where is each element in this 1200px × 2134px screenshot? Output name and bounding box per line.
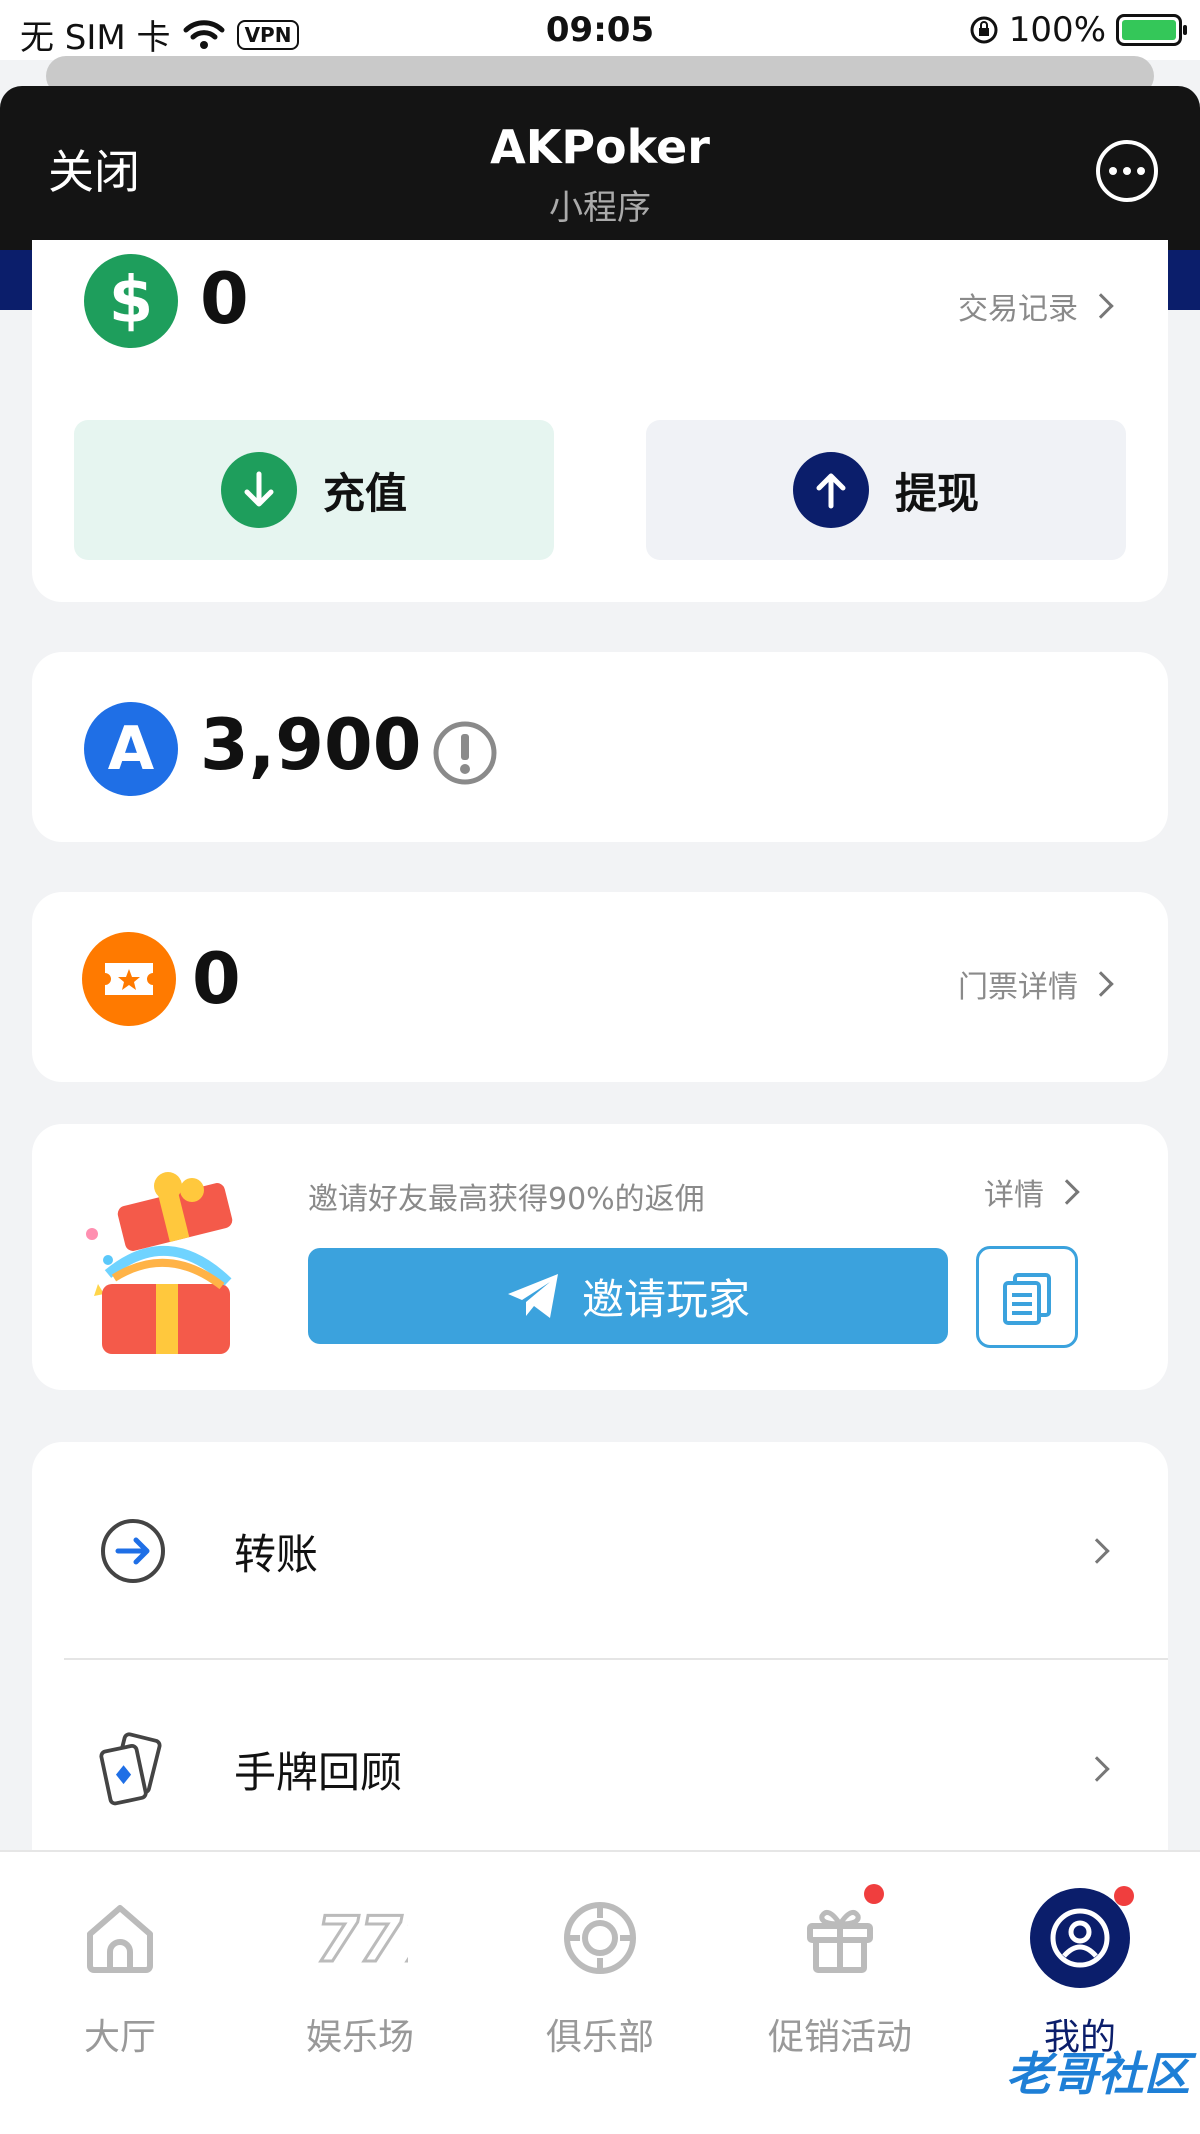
info-icon[interactable] [432,720,498,786]
chevron-right-icon [1088,293,1114,319]
withdraw-label: 提现 [894,468,979,518]
battery-percent: 100% [1008,10,1106,50]
tab-label-lobby: 大厅 [83,2017,156,2058]
chevron-right-icon [1084,1538,1110,1564]
invite-description: 邀请好友最高获得90%的返佣 [308,1182,705,1217]
slots-777-icon: 777 [310,1888,410,1988]
withdraw-button[interactable]: 提现 [646,420,1126,560]
tickets-card: 0 门票详情 [32,892,1168,1082]
gift-box-illustration [86,1172,233,1354]
tab-club[interactable]: 俱乐部 [480,1888,720,2060]
invite-card: 邀请好友最高获得90%的返佣 详情 邀请玩家 [32,1124,1168,1390]
watermark-logo: 老哥社区 [1006,2047,1190,2101]
chip-icon [550,1888,650,1988]
tab-casino[interactable]: 777 娱乐场 [240,1888,480,2060]
dollar-icon: $ [84,254,178,348]
tab-label-casino: 娱乐场 [305,2017,414,2058]
tab-label-promotions: 促销活动 [767,2017,912,2058]
more-menu-button[interactable] [1096,140,1158,202]
notification-dot [1114,1886,1134,1906]
transfer-icon [98,1516,168,1586]
cards-icon [98,1732,168,1806]
notification-dot [864,1884,884,1904]
menu-item-transfer[interactable]: 转账 [32,1442,1168,1660]
transaction-history-link[interactable]: 交易记录 [958,284,1114,328]
invite-player-label: 邀请玩家 [581,1274,750,1324]
telegram-icon [507,1274,558,1318]
tab-lobby[interactable]: 大厅 [0,1888,240,2060]
header-accent-left [0,250,34,310]
transaction-history-label: 交易记录 [958,292,1078,327]
orientation-lock-icon [970,16,998,44]
miniprogram-header: 关闭 AKPoker 小程序 [0,86,1200,250]
invite-details-label: 详情 [984,1178,1044,1213]
points-card: A 3,900 [32,652,1168,842]
points-value: 3,900 [200,704,422,786]
wallet-balance: 0 [200,258,249,340]
tab-promotions[interactable]: 促销活动 [720,1884,960,2060]
menu-list: 转账 手牌回顾 [32,1442,1168,1862]
ticket-count: 0 [192,938,241,1020]
invite-player-button[interactable]: 邀请玩家 [308,1248,948,1344]
profile-icon [1030,1886,1134,1988]
tab-profile[interactable]: 我的 [960,1886,1200,2060]
chevron-right-icon [1084,1756,1110,1782]
wallet-card: $ 0 交易记录 充值 提现 [32,240,1168,602]
points-coin-letter: A [107,714,155,784]
app-subtitle: 小程序 [549,188,651,228]
ticket-details-label: 门票详情 [958,970,1078,1005]
menu-label-transfer: 转账 [234,1529,319,1579]
copy-link-button[interactable] [976,1246,1078,1348]
chevron-right-icon [1088,971,1114,997]
ticket-icon [82,932,176,1026]
ticket-details-link[interactable]: 门票详情 [958,962,1114,1006]
chevron-right-icon [1054,1179,1080,1205]
status-right: 100% [969,10,1187,50]
invite-details-link[interactable]: 详情 [984,1170,1080,1214]
battery-icon [1116,14,1187,46]
copy-icon [1003,1273,1051,1325]
deposit-label: 充值 [322,468,407,518]
home-icon [70,1888,170,1988]
arrow-down-icon [220,452,297,528]
header-accent-right [1166,250,1200,310]
arrow-up-icon [792,452,869,528]
svg-text:777: 777 [316,1903,408,1973]
menu-item-hand-history[interactable]: 手牌回顾 [32,1660,1168,1878]
deposit-button[interactable]: 充值 [74,420,554,560]
menu-label-hand-history: 手牌回顾 [234,1747,403,1797]
gift-icon [790,1884,890,1988]
status-bar: 无 SIM 卡 VPN 09:05 100% [0,0,1200,60]
tab-label-club: 俱乐部 [545,2017,654,2058]
app-title: AKPoker [490,120,710,174]
points-coin-icon: A [84,702,178,796]
